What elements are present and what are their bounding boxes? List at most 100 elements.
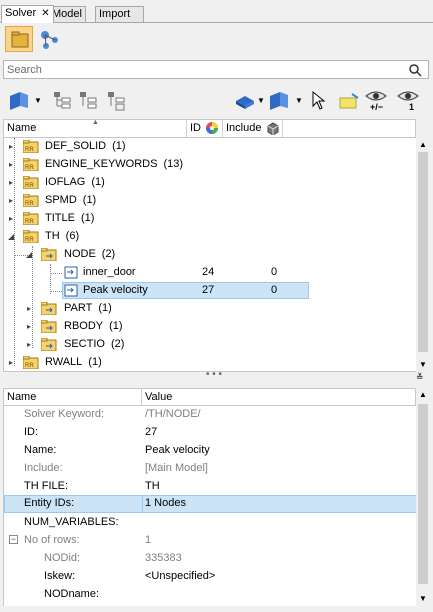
property-row[interactable]: Solver Keyword: /TH/NODE/ [4, 406, 416, 424]
component-display-icon[interactable] [234, 91, 256, 111]
property-row[interactable]: NUM_VARIABLES: [4, 514, 416, 532]
close-icon[interactable]: ✕ [41, 8, 49, 19]
properties-scrollbar[interactable]: ▲ ▼ [416, 388, 430, 606]
folder-icon [41, 338, 57, 351]
tree-item[interactable]: ▸ PART (1) [4, 300, 416, 318]
folder-icon: RR [23, 140, 39, 153]
tab-solver[interactable]: Solver ✕ [1, 5, 54, 23]
expand-icon[interactable]: ▸ [27, 304, 31, 313]
folder-icon: RR [23, 230, 39, 243]
tab-model[interactable]: Model [48, 6, 86, 22]
properties-table: Solver Keyword: /TH/NODE/ ID: 27 Name: P… [3, 406, 416, 606]
property-row[interactable]: TH FILE: TH [4, 478, 416, 496]
property-value[interactable]: TH [145, 480, 160, 492]
property-row[interactable]: Iskew: <Unspecified> [4, 568, 416, 586]
property-row[interactable]: ID: 27 [4, 424, 416, 442]
expand-icon[interactable]: ▸ [9, 142, 13, 151]
tree-toolbar: ▼ ▼ ▼ +/− 1 [8, 88, 428, 114]
search-input[interactable] [7, 63, 402, 77]
scroll-down-icon[interactable]: ▼ [419, 594, 427, 603]
property-row[interactable]: Name: Peak velocity [4, 442, 416, 460]
expand-icon[interactable]: ▸ [27, 322, 31, 331]
tab-solver-label: Solver [5, 7, 37, 19]
chevron-down-icon[interactable]: ▼ [295, 96, 303, 105]
tree-item-label: ENGINE_KEYWORDS (13) [45, 158, 184, 170]
folder-icon: RR [23, 158, 39, 171]
property-value[interactable]: <Unspecified> [145, 570, 215, 582]
property-value[interactable]: 1 Nodes [145, 497, 186, 509]
column-include[interactable]: Include [223, 120, 283, 137]
column-id[interactable]: ID [187, 120, 223, 137]
isolate-icon[interactable] [338, 92, 360, 110]
expand-icon[interactable]: ▸ [9, 196, 13, 205]
expand-icon[interactable]: ▸ [9, 160, 13, 169]
tree-item-label: RWALL (1) [45, 356, 102, 368]
scrollbar-thumb[interactable] [418, 404, 428, 584]
tree-item[interactable]: ▸ RR IOFLAG (1) [4, 174, 416, 192]
scroll-up-icon[interactable]: ▲ [419, 390, 427, 399]
tree-item[interactable]: ▸ RR DEF_SOLID (1) [4, 138, 416, 156]
open-folder-icon [41, 248, 57, 261]
expand-icon[interactable]: ▸ [9, 358, 13, 367]
scrollbar-thumb[interactable] [418, 152, 428, 352]
tree-item[interactable]: ▸ SECTIO (2) [4, 336, 416, 354]
chevron-down-icon[interactable]: ▼ [257, 96, 265, 105]
scroll-down-icon[interactable]: ▼ [419, 360, 427, 369]
expand-icon[interactable]: ▸ [9, 178, 13, 187]
tree-item[interactable]: ▸ RR SPMD (1) [4, 192, 416, 210]
collapse-tree-icon[interactable] [78, 90, 100, 112]
folder-icon: RR [23, 356, 39, 369]
prop-col-value[interactable]: Value [145, 391, 172, 403]
tree-scrollbar[interactable]: ▲ ▼ [416, 138, 430, 372]
cube-icon [267, 122, 279, 135]
property-value[interactable]: 27 [145, 426, 157, 438]
tree-header: Name ▲ ID Include [3, 119, 416, 138]
tree-item[interactable]: ▸ RR ENGINE_KEYWORDS (13) [4, 156, 416, 174]
property-row[interactable]: Include: [Main Model] [4, 460, 416, 478]
property-row-selected[interactable]: Entity IDs: 1 Nodes [4, 495, 416, 513]
chevron-down-icon[interactable]: ▼ [34, 96, 42, 105]
tree-item-label: RBODY (1) [64, 320, 123, 332]
expand-tree-icon[interactable] [52, 90, 74, 112]
collapse-panel-icon[interactable]: ≚ [416, 372, 424, 383]
tree-item[interactable]: ◢ NODE (2) [4, 246, 416, 264]
tab-import[interactable]: Import [95, 6, 144, 22]
tree-item[interactable]: ◢ RR TH (6) [4, 228, 416, 246]
collapse-icon[interactable]: ◢ [8, 232, 14, 241]
column-id-label: ID [190, 122, 201, 134]
panel-splitter[interactable]: • • • ≚ [0, 369, 433, 383]
tree-item-label: inner_door [83, 266, 136, 278]
expand-icon[interactable]: ▸ [27, 340, 31, 349]
prop-col-name[interactable]: Name [7, 391, 36, 403]
folder-view-button[interactable] [5, 26, 33, 52]
tree-item[interactable]: ▸ RBODY (1) [4, 318, 416, 336]
expand-icon[interactable]: ▸ [9, 214, 13, 223]
property-value[interactable]: Peak velocity [145, 444, 210, 456]
property-value: [Main Model] [145, 462, 208, 474]
svg-text:RR: RR [25, 237, 34, 243]
cursor-icon[interactable] [310, 90, 326, 112]
collapse-group-icon[interactable]: − [9, 535, 18, 544]
entity-display-icon[interactable] [268, 90, 292, 112]
tree-item[interactable]: inner_door 24 0 [4, 264, 416, 282]
entity-filter-icon[interactable] [8, 90, 32, 112]
svg-text:RR: RR [25, 147, 34, 153]
property-row[interactable]: NODname: [4, 586, 416, 604]
tree-item-label: IOFLAG (1) [45, 176, 105, 188]
search-icon[interactable] [408, 63, 422, 77]
show-one-icon[interactable] [396, 88, 420, 104]
svg-text:RR: RR [25, 183, 34, 189]
collapse-icon[interactable]: ◢ [26, 250, 32, 259]
hierarchy-view-button[interactable] [36, 26, 64, 52]
tab-model-label: Model [52, 8, 82, 20]
tree-guide [50, 291, 62, 292]
scroll-up-icon[interactable]: ▲ [419, 140, 427, 149]
status-bar [0, 606, 433, 612]
tree-item-label: NODE (2) [64, 248, 116, 260]
property-row[interactable]: NODid: 335383 [4, 550, 416, 568]
property-row[interactable]: − No of rows: 1 [4, 532, 416, 550]
tree-item[interactable]: ▸ RR TITLE (1) [4, 210, 416, 228]
property-name: NUM_VARIABLES: [24, 516, 119, 528]
tree-item-selected[interactable]: Peak velocity 27 0 [4, 282, 416, 300]
organize-tree-icon[interactable] [106, 90, 128, 112]
